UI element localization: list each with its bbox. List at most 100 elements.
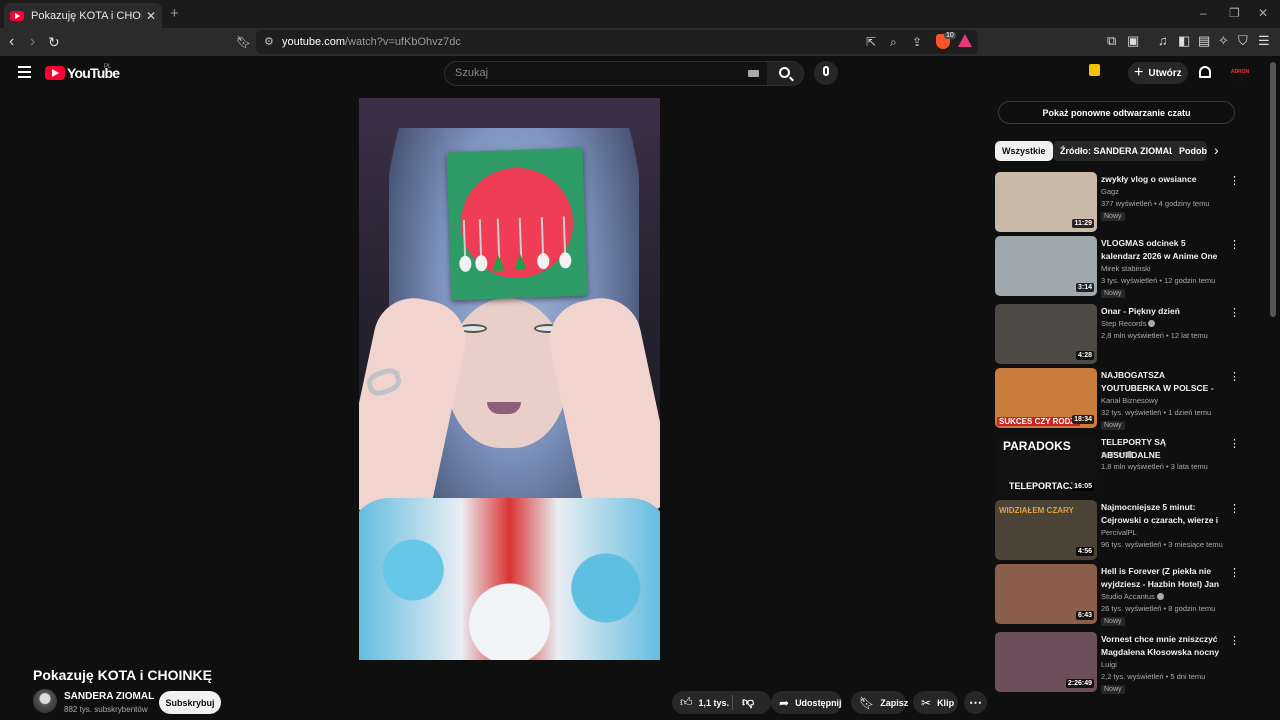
vpn-icon[interactable]: ⛉ xyxy=(1238,33,1248,49)
close-tab-icon[interactable]: ✕ xyxy=(146,9,156,23)
recommendation-channel[interactable]: Gagz xyxy=(1101,187,1119,196)
share-button[interactable]: ➦ Udostępnij xyxy=(771,691,842,714)
recommendation-stats: 2,2 tys. wyświetleń • 5 dni temu xyxy=(1101,672,1206,681)
extension-yellow-icon[interactable] xyxy=(1089,64,1100,76)
recommendation-channel[interactable]: Kanał Biznesowy xyxy=(1101,396,1158,405)
chip-related[interactable]: Podobne xyxy=(1172,141,1207,161)
recommendation-item[interactable]: 2:26:49 Vornest chce mnie zniszczyć Magda… xyxy=(995,632,1240,694)
search-button[interactable] xyxy=(767,61,804,86)
chevron-right-icon[interactable]: › xyxy=(1214,142,1219,158)
forward-icon[interactable]: › xyxy=(30,33,35,51)
sidebar-toggle-icon[interactable]: ◧ xyxy=(1178,33,1190,49)
page-scrollbar[interactable] xyxy=(1270,56,1276,720)
thumbnail-caption: SUKCES CZY RODZI xyxy=(997,417,1080,426)
recommendation-channel[interactable]: Step Records xyxy=(1101,319,1156,328)
recommendation-channel[interactable]: Luigi xyxy=(1101,660,1117,669)
recommendation-stats: 96 tys. wyświetleń • 3 miesiące temu xyxy=(1101,540,1223,549)
keyboard-icon[interactable] xyxy=(748,70,759,77)
more-options-icon[interactable]: ⋮ xyxy=(1229,174,1240,187)
recommendation-channel[interactable]: Mirek stabinski xyxy=(1101,264,1151,273)
more-options-icon[interactable]: ⋮ xyxy=(1229,502,1240,515)
brave-rewards-icon[interactable] xyxy=(958,34,972,47)
account-avatar[interactable]: ADRON xyxy=(1230,63,1250,83)
more-icon: ⋯ xyxy=(969,694,982,710)
video-thumbnail[interactable]: 6:43 xyxy=(995,564,1097,624)
menu-icon[interactable]: ☰ xyxy=(1258,33,1270,49)
wallet-icon[interactable]: ▤ xyxy=(1198,33,1210,49)
recommendation-item[interactable]: WIDZIAŁEM CZARY 4:56 Najmocniejsze 5 minut… xyxy=(995,500,1240,562)
recommendation-title[interactable]: zwykły vlog o owsiance xyxy=(1101,173,1223,186)
more-options-icon[interactable]: ⋮ xyxy=(1229,437,1240,450)
new-tab-icon[interactable]: + xyxy=(170,5,179,22)
recommendation-item[interactable]: 4:28 Onar - Piękny dzień Step Records 2,8 m… xyxy=(995,304,1240,366)
chip-all[interactable]: Wszystkie xyxy=(995,141,1053,161)
recommendation-channel[interactable]: SciFun xyxy=(1101,450,1134,459)
recommendation-title[interactable]: Vornest chce mnie zniszczyć Magdalena Kł… xyxy=(1101,633,1223,659)
more-actions-button[interactable]: ⋯ xyxy=(964,691,987,714)
video-thumbnail[interactable]: WIDZIAŁEM CZARY 4:56 xyxy=(995,500,1097,560)
more-options-icon[interactable]: ⋮ xyxy=(1229,238,1240,251)
recommendation-channel[interactable]: PercivalPL xyxy=(1101,528,1137,537)
close-window-icon[interactable]: ✕ xyxy=(1258,6,1268,20)
search-box[interactable] xyxy=(444,61,768,86)
extension-box-icon[interactable]: ▣ xyxy=(1127,33,1139,49)
video-player[interactable] xyxy=(359,98,660,660)
video-thumbnail[interactable]: 3:14 xyxy=(995,236,1097,296)
create-button[interactable]: + Utwórz xyxy=(1128,62,1188,84)
subscribe-button[interactable]: Subskrybuj xyxy=(159,691,221,714)
extensions-puzzle-icon[interactable]: ⧉ xyxy=(1107,33,1116,49)
video-thumbnail[interactable]: 4:28 xyxy=(995,304,1097,364)
video-thumbnail[interactable]: PARADOKS TELEPORTACJI 16:05 xyxy=(995,435,1097,495)
recommendation-title[interactable]: Onar - Piękny dzień xyxy=(1101,305,1223,318)
more-options-icon[interactable]: ⋮ xyxy=(1229,566,1240,579)
like-button[interactable]: 👍︎ 1,1 tys. 👎︎ xyxy=(672,691,771,714)
address-bar[interactable]: ⚙ youtube.com/watch?v=ufKbOhvz7dc ⇱ ⌕ ⇪ … xyxy=(256,30,978,54)
recommendation-item[interactable]: PARADOKSTELEPORTACJI16:05TELEPORTY SĄ AB… xyxy=(995,435,1240,497)
new-badge: Nowy xyxy=(1101,212,1125,221)
more-options-icon[interactable]: ⋮ xyxy=(1229,306,1240,319)
clip-button[interactable]: ✂ Klip xyxy=(913,691,958,714)
leo-ai-icon[interactable]: ✧ xyxy=(1218,33,1229,49)
media-icon[interactable]: ♫ xyxy=(1158,33,1168,48)
bookmark-icon[interactable]: 🔖︎ xyxy=(236,33,251,51)
zoom-icon[interactable]: ⌕ xyxy=(890,35,897,50)
more-options-icon[interactable]: ⋮ xyxy=(1229,370,1240,383)
video-thumbnail[interactable]: 2:26:49 xyxy=(995,632,1097,692)
save-button[interactable]: 🔖︎ Zapisz xyxy=(851,691,908,714)
new-badge: Nowy xyxy=(1101,685,1125,694)
share-page-icon[interactable]: ⇪ xyxy=(912,35,922,49)
thumbs-down-icon[interactable]: 👎︎ xyxy=(742,695,754,710)
more-options-icon[interactable]: ⋮ xyxy=(1229,634,1240,647)
recommendation-title[interactable]: VLOGMAS odcinek 5 kalendarz 2026 w Anime… xyxy=(1101,237,1223,263)
recommendation-stats: 2,8 mln wyświetleń • 12 lat temu xyxy=(1101,331,1208,340)
recommendation-title[interactable]: Hell is Forever (Z piekła nie wyjdziesz … xyxy=(1101,565,1223,591)
site-info-icon[interactable]: ⚙ xyxy=(264,35,274,48)
url-text[interactable]: youtube.com/watch?v=ufKbOhvz7dc xyxy=(282,36,461,48)
video-thumbnail[interactable]: SUKCES CZY RODZI 18:34 xyxy=(995,368,1097,428)
recommendation-title[interactable]: Najmocniejsze 5 minut: Cejrowski o czara… xyxy=(1101,501,1223,527)
recommendation-item[interactable]: 6:43 Hell is Forever (Z piekła nie wyjdzi… xyxy=(995,564,1240,626)
notifications-bell-icon[interactable] xyxy=(1199,66,1211,78)
search-input[interactable] xyxy=(455,67,715,79)
thumbnail-caption: TELEPORTACJI xyxy=(1009,481,1077,491)
chip-from-channel[interactable]: Źródło: SANDERA ZIOMAL xyxy=(1053,141,1182,161)
recommendation-title[interactable]: NAJBOGATSZA YOUTUBERKA W POLSCE - JAK PO… xyxy=(1101,369,1223,395)
maximize-icon[interactable]: ❐ xyxy=(1229,6,1240,20)
shields-count-badge: 10 xyxy=(944,32,956,39)
recommendation-item[interactable]: SUKCES CZY RODZI 18:34 NAJBOGATSZA YOUTUBE… xyxy=(995,368,1240,430)
browser-tab[interactable]: Pokazuję KOTA i CHOINKĘ - YouTube ✕ xyxy=(4,3,162,28)
recommendation-channel[interactable]: Studio Accantus xyxy=(1101,592,1164,601)
reload-icon[interactable]: ↻ xyxy=(48,33,60,51)
guide-menu-icon[interactable] xyxy=(18,66,31,81)
minimize-icon[interactable]: – xyxy=(1200,6,1207,20)
recommendation-item[interactable]: 3:14 VLOGMAS odcinek 5 kalendarz 2026 w A… xyxy=(995,236,1240,298)
recommendation-item[interactable]: 11:29 zwykły vlog o owsiance Gagz 377 wyświ… xyxy=(995,172,1240,234)
video-thumbnail[interactable]: 11:29 xyxy=(995,172,1097,232)
channel-avatar[interactable] xyxy=(33,689,57,713)
show-chat-replay-button[interactable]: Pokaż ponowne odtwarzanie czatu xyxy=(998,101,1235,124)
channel-name[interactable]: SANDERA ZIOMAL xyxy=(64,691,154,702)
voice-search-button[interactable] xyxy=(814,61,838,85)
open-in-app-icon[interactable]: ⇱ xyxy=(866,35,876,49)
back-icon[interactable]: ‹ xyxy=(9,33,14,51)
fluffy-sweater xyxy=(359,498,660,660)
